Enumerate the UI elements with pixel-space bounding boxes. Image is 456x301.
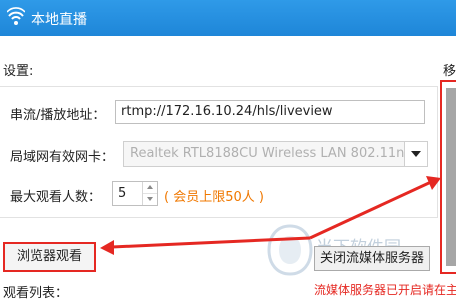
right-panel-label: 移 <box>443 64 456 79</box>
close-server-button[interactable]: 关闭流媒体服务器 <box>314 246 430 271</box>
max-viewers-spinbox[interactable]: 5 <box>112 181 158 206</box>
window-title: 本地直播 <box>31 12 87 28</box>
stream-url-label: 串流/播放地址： <box>10 108 106 123</box>
chevron-down-icon[interactable] <box>404 142 427 166</box>
nic-select-value: Realtek RTL8188CU Wireless LAN 802.11n <box>130 146 404 161</box>
nic-select[interactable]: Realtek RTL8188CU Wireless LAN 802.11n <box>123 141 428 167</box>
stream-url-input[interactable]: rtmp://172.16.10.24/hls/liveview <box>115 100 425 124</box>
arrow-head-left <box>100 240 114 255</box>
increment-icon[interactable] <box>143 182 157 194</box>
viewer-list-label: 观看列表： <box>3 286 69 301</box>
nic-label: 局域网有效网卡： <box>10 150 115 165</box>
decrement-icon[interactable] <box>143 194 157 205</box>
preview-area <box>446 88 456 266</box>
browser-watch-button[interactable]: 浏览器观看 <box>3 242 96 272</box>
signal-icon <box>7 7 25 25</box>
max-viewers-label: 最大观看人数： <box>10 190 102 205</box>
settings-section-label: 设置: <box>3 64 34 79</box>
server-status-text: 流媒体服务器已开启请在主 <box>314 283 456 297</box>
max-viewers-value: 5 <box>118 186 127 201</box>
watermark-logo-icon <box>267 224 313 276</box>
member-limit-note: ( 会员上限50人 ) <box>164 190 264 205</box>
spinner-buttons <box>142 182 157 205</box>
title-bar: 本地直播 <box>0 0 456 36</box>
